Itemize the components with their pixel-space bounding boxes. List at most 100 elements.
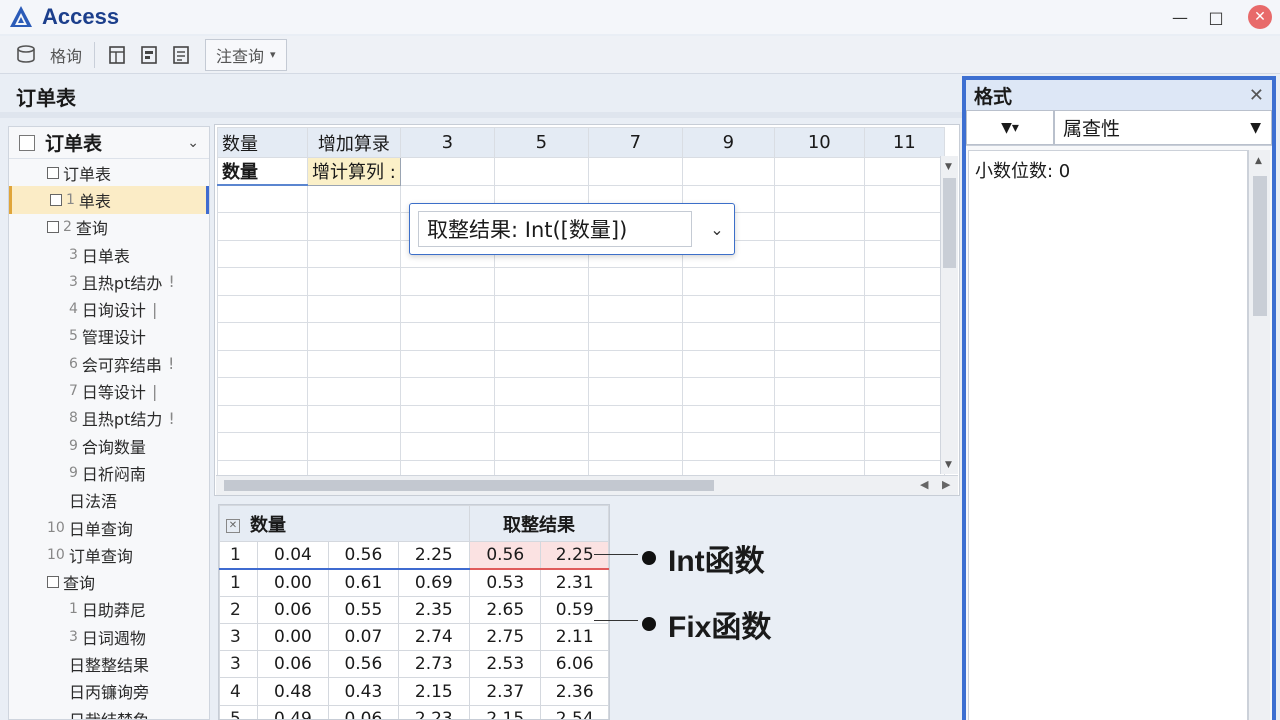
grid-col-header[interactable]: 3	[399, 127, 495, 158]
table-row[interactable]: 2 0.06 0.55 2.35 2.65 0.59	[219, 595, 609, 624]
grid-cell[interactable]	[773, 322, 865, 351]
nav-item[interactable]: 6 会可弈结串!	[9, 350, 209, 377]
grid-cell[interactable]	[493, 432, 589, 461]
table-cell[interactable]: 0.06	[256, 595, 330, 624]
selection-type-dropdown[interactable]: ▼▾	[966, 110, 1054, 145]
table-cell[interactable]: 2.65	[469, 595, 542, 624]
grid-cell[interactable]	[217, 377, 308, 406]
table-row[interactable]: 3 0.06 0.56 2.73 2.53 6.06	[219, 650, 609, 679]
table-row[interactable]: 4 0.48 0.43 2.15 2.37 2.36	[219, 677, 609, 706]
table-cell[interactable]: 2.37	[469, 677, 542, 706]
table-cell[interactable]: 2.25	[540, 540, 609, 570]
table-cell[interactable]: 0.43	[328, 677, 399, 706]
table-cell[interactable]: 0.00	[256, 622, 330, 652]
scroll-right-icon[interactable]: ▶	[942, 478, 950, 491]
grid-col-header[interactable]: 9	[681, 127, 775, 158]
grid-cell[interactable]	[217, 212, 308, 241]
database-button[interactable]	[8, 40, 44, 70]
nav-item[interactable]: 9 日祈闷南	[9, 459, 209, 486]
grid-cell[interactable]	[863, 322, 945, 351]
table-button[interactable]	[101, 40, 133, 70]
table-row[interactable]: 5 0.49 0.06 2.23 2.15 2.54	[219, 704, 609, 719]
table-cell[interactable]: 2.31	[540, 568, 609, 597]
nav-header[interactable]: 订单表 ⌄	[9, 127, 209, 159]
grid-cell[interactable]	[217, 349, 308, 378]
nav-item[interactable]: 10 日单查询	[9, 514, 209, 541]
table-cell[interactable]: 0.06	[256, 650, 330, 679]
grid-cell[interactable]	[863, 377, 945, 406]
chevron-down-icon[interactable]: ⌄	[700, 220, 734, 239]
grid-cell[interactable]	[863, 184, 945, 213]
grid-cell[interactable]	[307, 184, 401, 213]
grid-cell[interactable]	[863, 294, 945, 323]
grid-cell[interactable]	[217, 294, 308, 323]
grid-col-header[interactable]: 10	[773, 127, 865, 158]
scroll-down-icon[interactable]: ▼	[945, 460, 952, 470]
nav-item[interactable]: 查询	[9, 568, 209, 595]
expression-input[interactable]: 取整结果: Int([数量])	[418, 211, 692, 247]
nav-item[interactable]: 1 日助莽尼	[9, 596, 209, 623]
row-number-cell[interactable]: 2	[219, 595, 258, 624]
grid-cell[interactable]	[681, 322, 775, 351]
table-cell[interactable]: 0.49	[256, 704, 330, 719]
scroll-thumb[interactable]	[1253, 176, 1267, 316]
close-icon[interactable]: ✕	[1249, 85, 1264, 106]
grid-cell[interactable]	[681, 267, 775, 296]
grid-cell[interactable]	[493, 294, 589, 323]
table-cell[interactable]: 0.55	[328, 595, 399, 624]
grid-cell[interactable]	[493, 404, 589, 433]
table-row[interactable]: 3 0.00 0.07 2.74 2.75 2.11	[219, 622, 609, 652]
grid-cell[interactable]	[863, 267, 945, 296]
grid-cell[interactable]	[493, 322, 589, 351]
nav-item[interactable]: 1 单表	[9, 186, 209, 214]
grid-cell[interactable]	[773, 157, 865, 186]
form-button[interactable]	[133, 40, 165, 70]
table-cell[interactable]: 0.04	[256, 540, 330, 570]
table-cell[interactable]: 2.36	[540, 677, 609, 706]
grid-cell[interactable]	[217, 404, 308, 433]
grid-cell[interactable]	[217, 432, 308, 461]
row-number-cell[interactable]: 1	[219, 568, 258, 597]
table-row[interactable]: 1 0.04 0.56 2.25 0.56 2.25	[219, 540, 609, 570]
grid-cell[interactable]	[773, 267, 865, 296]
grid-cell[interactable]	[773, 294, 865, 323]
grid-cell[interactable]	[217, 239, 308, 268]
grid-vertical-scrollbar[interactable]: ▼ ▼	[940, 156, 958, 474]
grid-cell[interactable]	[587, 404, 683, 433]
scroll-thumb[interactable]	[224, 480, 714, 491]
property-sheet-scrollbar[interactable]: ▲	[1248, 150, 1270, 720]
grid-cell[interactable]	[307, 377, 401, 406]
grid-cell[interactable]	[217, 267, 308, 296]
table-cell[interactable]: 2.25	[397, 540, 471, 570]
table-cell[interactable]: 0.56	[469, 540, 542, 570]
grid-cell[interactable]	[681, 377, 775, 406]
grid-cell[interactable]	[587, 432, 683, 461]
table-cell[interactable]: 2.54	[540, 704, 609, 719]
grid-cell[interactable]	[217, 322, 308, 351]
table-cell[interactable]: 2.15	[469, 704, 542, 719]
nav-item[interactable]: 3 日词週物	[9, 623, 209, 650]
nav-item[interactable]: 日整整结果	[9, 650, 209, 677]
nav-item[interactable]: 2 查询	[9, 214, 209, 241]
row-number-cell[interactable]: 5	[219, 704, 258, 719]
grid-col-header[interactable]: 增加算录	[307, 127, 401, 158]
property-dropdown[interactable]: 属查性 ▼	[1054, 110, 1272, 145]
grid-cell[interactable]	[307, 212, 401, 241]
scroll-down-icon[interactable]: ▼	[945, 162, 952, 172]
grid-horizontal-scrollbar[interactable]: ◀ ▶	[216, 475, 958, 495]
grid-cell[interactable]	[307, 267, 401, 296]
table-cell[interactable]: 0.53	[469, 568, 542, 597]
grid-cell[interactable]	[399, 322, 495, 351]
minimize-button[interactable]: —	[1160, 0, 1200, 34]
grid-cell[interactable]	[863, 157, 945, 186]
grid-cell[interactable]	[493, 349, 589, 378]
grid-cell[interactable]	[587, 322, 683, 351]
table-cell[interactable]: 0.69	[397, 568, 471, 597]
scroll-up-icon[interactable]: ▲	[1255, 156, 1262, 166]
grid-cell[interactable]	[307, 349, 401, 378]
scroll-thumb[interactable]	[943, 178, 956, 268]
nav-item[interactable]: 7 日等设计 |	[9, 377, 209, 404]
grid-cell[interactable]	[399, 294, 495, 323]
table-cell[interactable]: 2.73	[397, 650, 471, 679]
grid-cell[interactable]	[681, 404, 775, 433]
